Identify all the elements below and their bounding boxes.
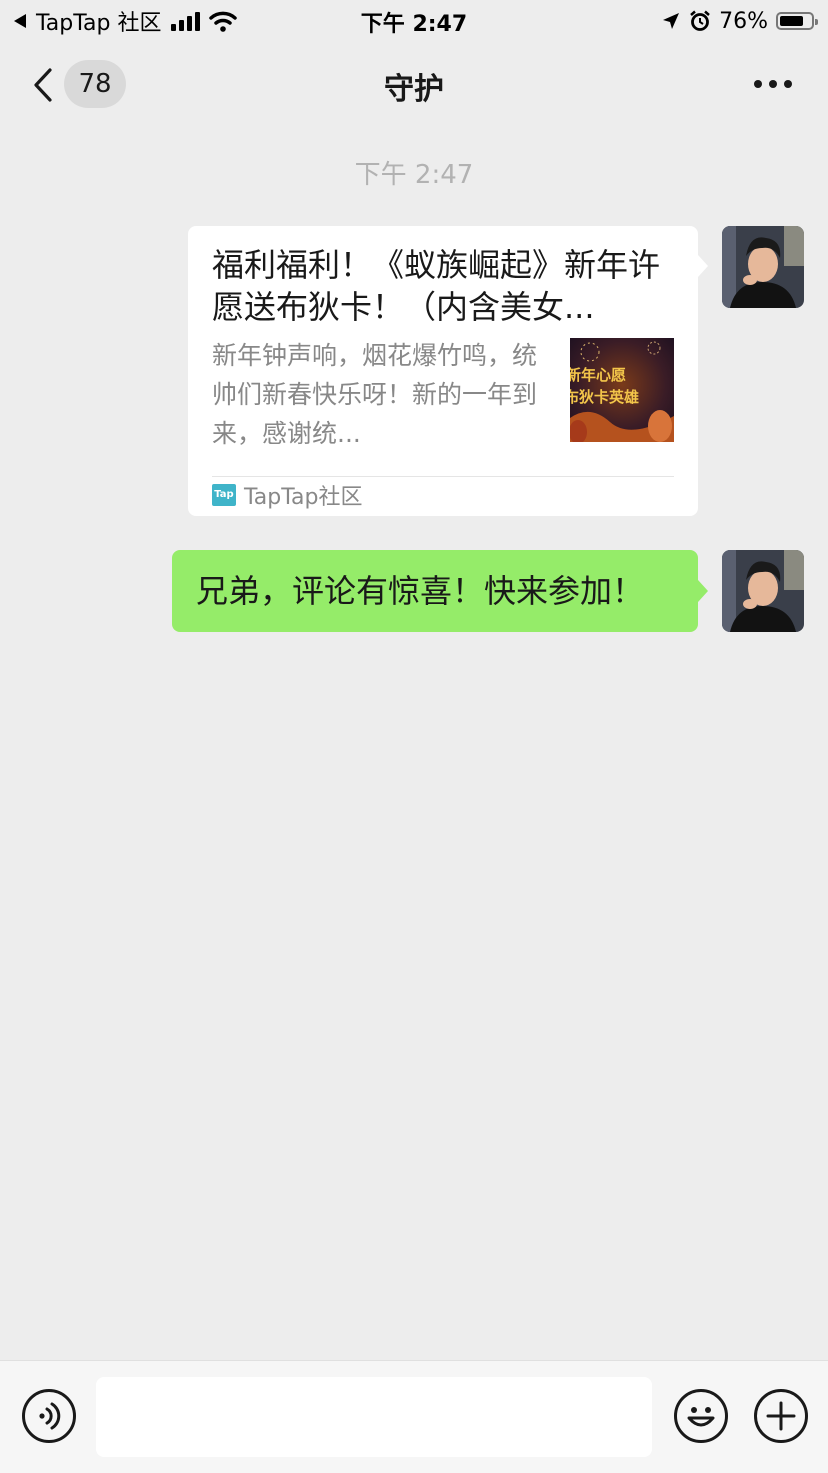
- emoji-smile-icon: [687, 1407, 715, 1427]
- link-card-message[interactable]: 福利福利！《蚁族崛起》新年许愿送布狄卡！（内含美女... 新年钟声响，烟花爆竹鸣…: [188, 226, 698, 516]
- nav-bar: 78 守护: [0, 44, 828, 124]
- emoji-button[interactable]: [674, 1389, 728, 1443]
- voice-icon: [39, 1402, 61, 1430]
- thumbnail-text-1: 新年心愿: [570, 366, 626, 384]
- message-input[interactable]: [96, 1377, 652, 1457]
- more-options-icon[interactable]: [754, 80, 792, 88]
- battery-fill: [780, 16, 803, 26]
- status-bar: TapTap 社区 下午 2:47 76%: [0, 0, 828, 44]
- plus-icon: [766, 1401, 796, 1431]
- thumbnail-text-2: 布狄卡英雄: [570, 388, 639, 406]
- card-bubble-tail: [698, 255, 708, 277]
- message-timestamp: 下午 2:47: [354, 160, 474, 190]
- text-bubble-tail: [698, 580, 708, 602]
- more-actions-button[interactable]: [754, 1389, 808, 1443]
- card-thumbnail: 新年心愿 布狄卡英雄: [570, 338, 674, 442]
- text-message-bubble[interactable]: 兄弟，评论有惊喜！快来参加！: [172, 550, 698, 632]
- battery-tip: [815, 19, 818, 25]
- chat-title: 守护: [384, 72, 444, 107]
- taptap-logo-icon: Tap: [212, 484, 236, 506]
- input-bar: [0, 1360, 828, 1473]
- card-divider: [212, 476, 674, 477]
- location-arrow-icon: [663, 13, 680, 29]
- card-description: 新年钟声响，烟花爆竹鸣，统帅们新春快乐呀！新的一年到来，感谢统...: [212, 341, 538, 448]
- battery-icon: [776, 12, 818, 30]
- battery-percent: 76%: [719, 8, 768, 34]
- avatar-image: [722, 226, 804, 308]
- avatar[interactable]: [722, 550, 804, 632]
- status-right: 76%: [661, 6, 818, 36]
- thumbnail-image: 新年心愿 布狄卡英雄: [570, 338, 674, 442]
- source-name: TapTap社区: [244, 485, 363, 510]
- avatar-image: [722, 550, 804, 632]
- card-title: 福利福利！《蚁族崛起》新年许愿送布狄卡！（内含美女...: [212, 246, 661, 326]
- alarm-icon: [690, 10, 710, 31]
- avatar[interactable]: [722, 226, 804, 308]
- card-source: Tap TapTap社区: [212, 482, 363, 510]
- voice-input-button[interactable]: [22, 1389, 76, 1443]
